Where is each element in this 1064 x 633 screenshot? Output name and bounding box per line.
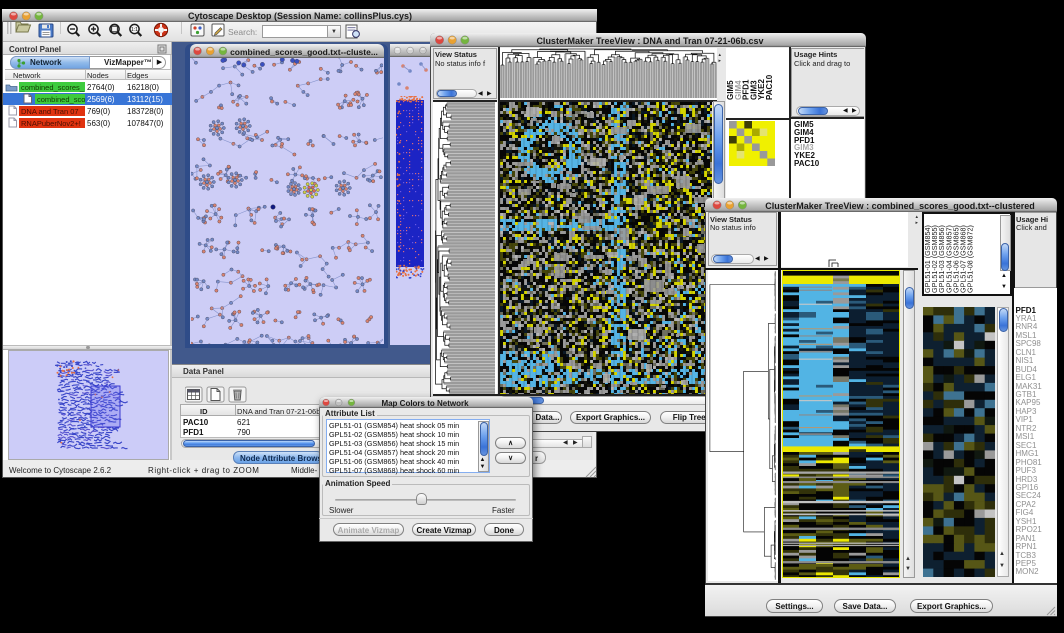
svg-text:GPL51-08 (GSM872): GPL51-08 (GSM872) bbox=[966, 225, 975, 293]
svg-text:PAC10: PAC10 bbox=[765, 74, 774, 100]
svg-text:1:1: 1:1 bbox=[131, 27, 138, 33]
